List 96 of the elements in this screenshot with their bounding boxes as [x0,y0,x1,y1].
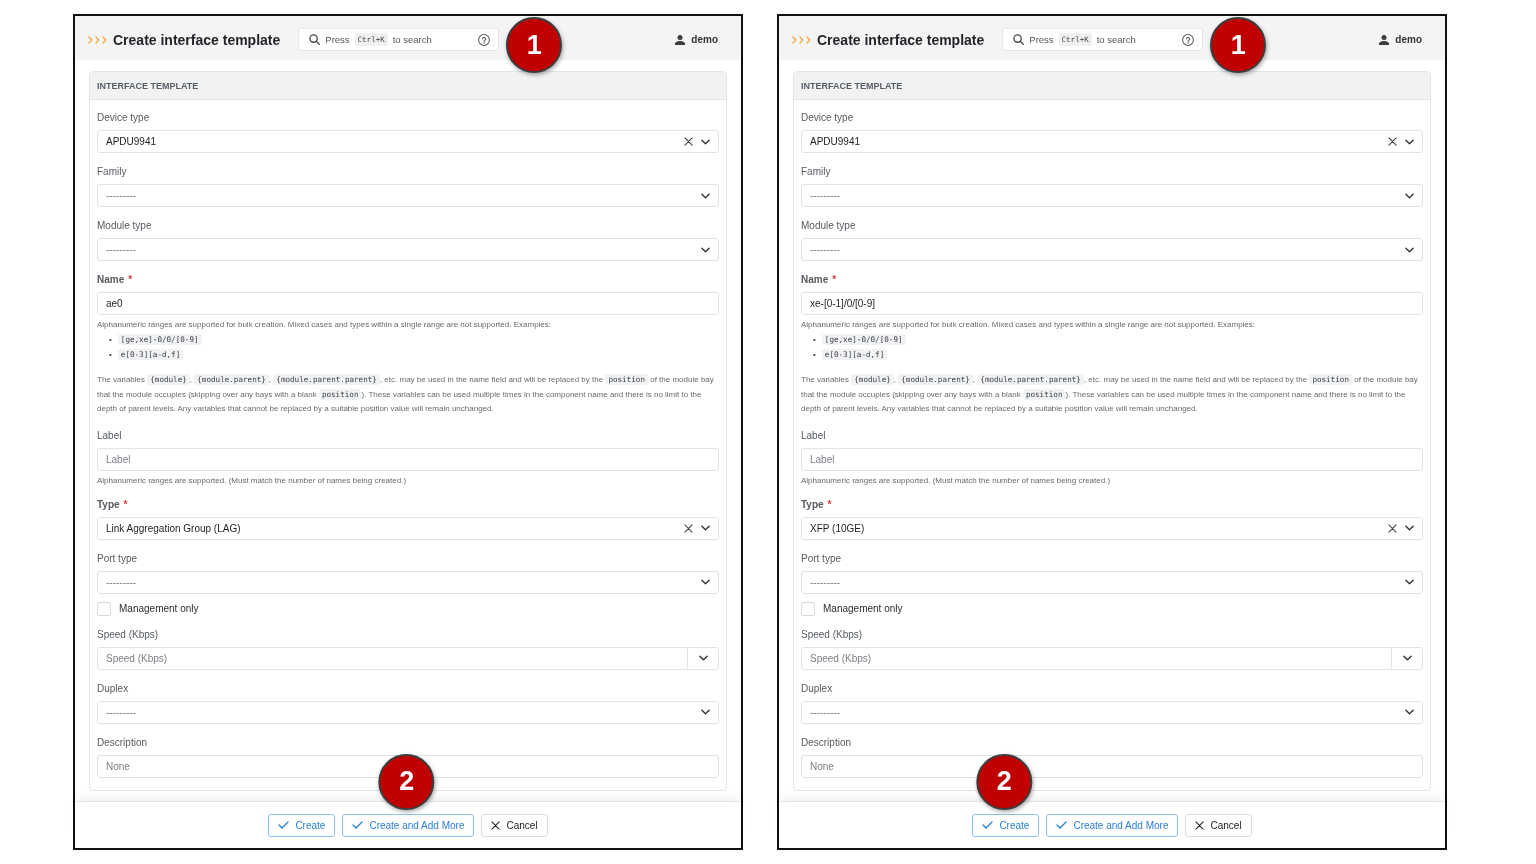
field-label: Family [97,165,127,178]
field-label: Duplex [97,681,129,695]
select-field[interactable]: --------- [97,570,719,594]
select-field[interactable]: --------- [801,700,1423,724]
step-marker: 1 [506,17,563,73]
text-field[interactable]: Label [801,447,1423,471]
step-marker: 2 [378,753,435,810]
select-field[interactable]: Link Aggregation Group (LAG) [97,516,719,540]
chevron-down-icon [1405,709,1414,715]
check-icon [982,821,994,829]
field-label: Type * [97,497,128,511]
field-label: Family [801,165,831,178]
submit-button[interactable]: Create [268,813,336,837]
step-marker: 2 [976,753,1033,810]
user-menu[interactable]: demo [1379,34,1422,45]
field-label: Type * [801,497,832,511]
close-icon[interactable] [1388,523,1397,533]
help-text: Alphanumeric ranges are supported. (Must match the number of names being created.) [801,474,1112,486]
checkbox-label: Management only [823,603,903,614]
select-field[interactable]: --------- [801,238,1423,261]
cancel-button[interactable]: Cancel [1185,813,1252,837]
page-title: Create interface template [817,31,985,48]
chevron-down-icon [701,579,710,585]
person-icon [1379,34,1390,45]
select-field[interactable]: --------- [97,184,719,207]
field-label: Speed (Kbps) [801,627,863,641]
cancel-button[interactable]: Cancel [481,813,548,837]
check-icon [278,821,290,829]
chevron-down-icon [701,192,710,199]
field-label: Name * [97,273,133,286]
chevron-down-icon [1405,246,1414,253]
triple-chevron-icon [792,35,811,44]
search-icon [309,34,321,45]
submit-button[interactable]: Create and Add More [1046,813,1179,837]
chevron-down-icon [701,246,710,253]
field-label: Description [97,735,148,749]
chevron-down-icon [698,655,708,661]
text-field[interactable]: xe-[0-1]/0/[0-9] [801,292,1423,315]
close-icon[interactable] [1195,820,1205,830]
field-label: Device type [801,111,854,124]
close-icon[interactable] [684,137,693,146]
person-icon [675,34,686,45]
select-field[interactable]: XFP (10GE) [801,516,1423,540]
step-marker: 1 [1210,17,1267,73]
select-field[interactable]: APDU9941 [97,130,719,153]
triple-chevron-icon [88,35,107,44]
text-field[interactable]: Label [97,447,719,471]
dropdown-button[interactable] [1391,646,1423,670]
select-field[interactable]: --------- [801,184,1423,207]
close-icon[interactable] [491,820,501,830]
help-text: Alphanumeric ranges are supported for bulk creation. Mixed cases and types within a single range are not supported. Examples: [97,319,553,330]
check-icon [352,821,364,829]
field-label: Device type [97,111,150,124]
checkbox[interactable] [97,601,111,616]
checkbox-label: Management only [119,603,199,614]
help-icon[interactable] [478,33,491,46]
field-label: Port type [801,551,842,565]
check-icon [1056,821,1068,829]
checkbox[interactable] [801,601,815,616]
field-label: Duplex [801,681,833,695]
submit-button[interactable]: Create [972,813,1040,837]
select-field[interactable]: APDU9941 [801,130,1423,153]
chevron-down-icon [701,138,710,145]
field-label: Description [801,735,852,749]
help-text: Alphanumeric ranges are supported for bulk creation. Mixed cases and types within a single range are not supported. Examples: [801,319,1257,330]
section-title: INTERFACE TEMPLATE [801,80,903,91]
text-field[interactable]: ae0 [97,292,719,315]
number-field[interactable]: Speed (Kbps) [801,646,1392,670]
submit-button[interactable]: Create and Add More [342,813,475,837]
close-icon[interactable] [1388,137,1397,146]
help-icon[interactable] [1182,33,1195,46]
field-label: Module type [801,219,856,232]
field-label: Label [801,428,826,442]
chevron-down-icon [1405,525,1414,531]
dropdown-button[interactable] [687,646,719,670]
field-label: Label [97,428,122,442]
close-icon[interactable] [684,523,693,533]
section-title: INTERFACE TEMPLATE [97,80,199,91]
search-icon [1013,34,1025,45]
select-field[interactable]: --------- [801,570,1423,594]
select-field[interactable]: --------- [97,238,719,261]
field-label: Port type [97,551,138,565]
chevron-down-icon [701,525,710,531]
chevron-down-icon [1402,655,1412,661]
chevron-down-icon [1405,192,1414,199]
field-label: Speed (Kbps) [97,627,159,641]
select-field[interactable]: --------- [97,700,719,724]
page-title: Create interface template [113,31,281,48]
field-label: Module type [97,219,152,232]
field-label: Name * [801,273,837,286]
chevron-down-icon [1405,138,1414,145]
chevron-down-icon [701,709,710,715]
help-text: Alphanumeric ranges are supported. (Must match the number of names being created.) [97,474,408,486]
number-field[interactable]: Speed (Kbps) [97,646,688,670]
chevron-down-icon [1405,579,1414,585]
user-menu[interactable]: demo [675,34,718,45]
